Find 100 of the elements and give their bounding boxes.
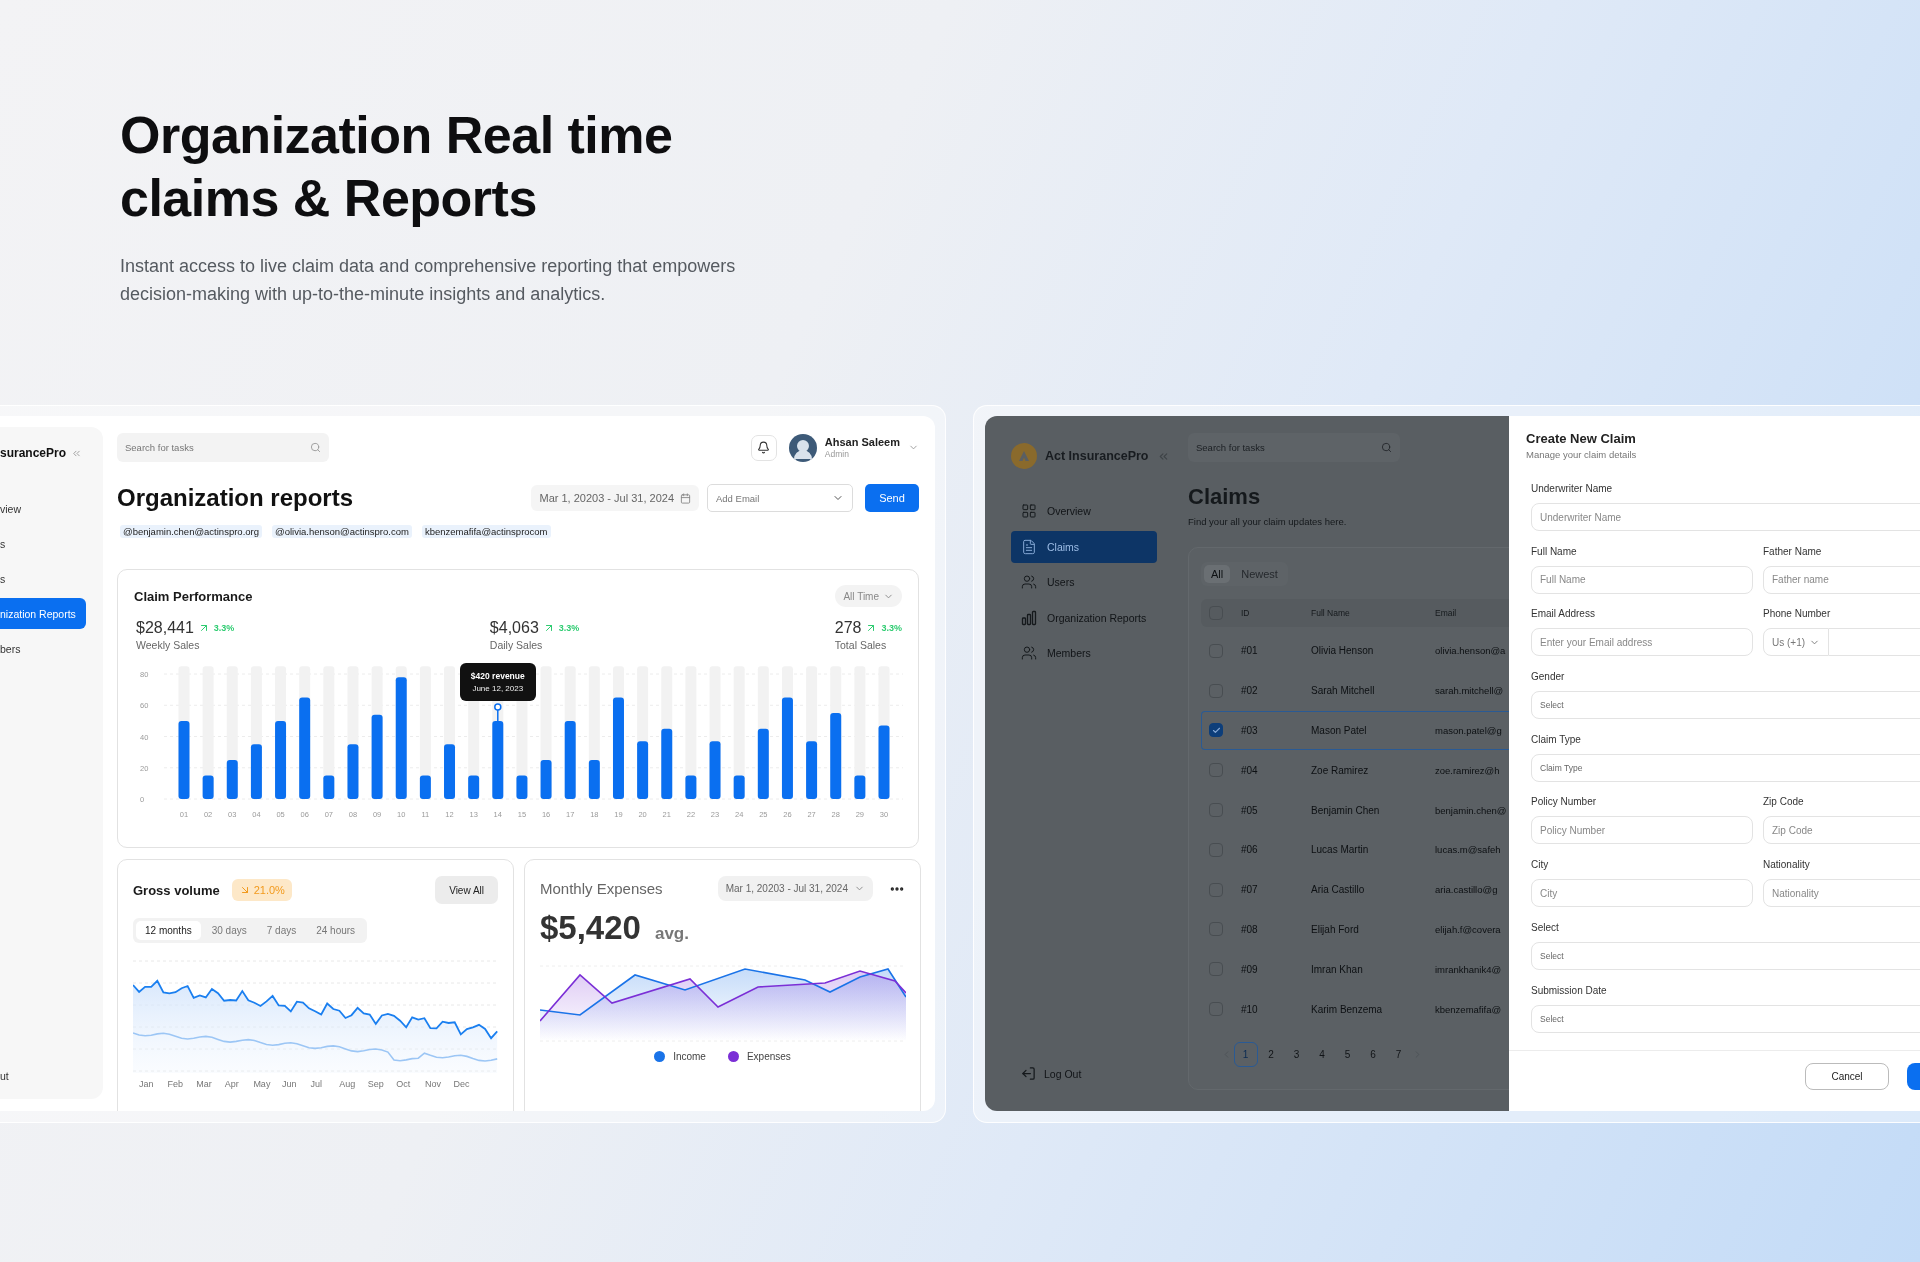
range-tab[interactable]: 30 days [202,921,256,940]
axis-label: Mar [196,1079,213,1089]
table-cell-text: #03 [1241,725,1259,736]
nav-item[interactable]: Members [1011,637,1157,669]
page-button[interactable]: 6 [1361,1041,1385,1067]
stat-label: Weekly Sales [136,639,201,651]
axis-label: Sep [367,1079,385,1089]
nav-item[interactable]: Overview [1011,495,1157,527]
table-cell-text: Zoe Ramirez [1311,764,1370,776]
sidebar-item[interactable]: s [0,528,86,559]
send-button[interactable]: Send [865,484,919,512]
axis-label: Nov [424,1079,442,1089]
country-code-select[interactable]: Us (+1) [1763,628,1830,657]
table-cell: lucas.m@safeh [1435,844,1501,856]
table-cell-text: Karim Benzema [1311,1003,1384,1015]
table-cell: benjamin.chen@ [1435,804,1507,816]
email-tag: kbenzemafifa@actinsprocom [421,525,551,538]
field-label: Select [1531,920,1560,935]
legend-label: Income [673,1051,706,1062]
email-tag: @olivia.henson@actinspro.com [272,525,412,538]
field-label: Zip Code [1763,795,1805,810]
table-cell: kbenzemafifa@ [1435,1003,1502,1015]
field-label: Father Name [1763,544,1823,559]
field-label: Policy Number [1531,795,1598,810]
input-field[interactable]: Policy Number [1531,816,1753,845]
add-email-select[interactable]: Add Email [707,484,853,512]
select-field[interactable]: Select [1531,691,1920,720]
input-field[interactable]: Underwriter Name [1531,503,1920,531]
page-subtitle: Find your all your claim updates here. [1188,516,1348,527]
page-button[interactable]: 7 [1386,1041,1411,1067]
sidebar-item[interactable]: s [0,563,86,594]
table-row[interactable]: #02 Sarah Mitchell sarah.mitchell@ [1201,670,1509,711]
hero-subtitle: Instant access to live claim data and comprehensive reporting that empowers decision-making with up-to-the-minute insights and analytics. [120,255,737,306]
range-tab[interactable]: 24 hours [307,921,365,940]
nav-item[interactable]: Claims [1011,530,1157,563]
range-tab[interactable]: 7 days [257,921,306,940]
sidebar-item[interactable]: view [0,493,86,524]
table-cell-text: Elijah Ford [1311,923,1360,935]
select-field[interactable]: Select [1531,1004,1920,1033]
date-range-picker[interactable]: Mar 1, 20203 - Jul 31, 2024 [531,485,699,511]
stat-value: $4,063 [489,619,539,637]
sidebar-item[interactable]: nization Reports [0,598,86,629]
table-row[interactable]: #10 Karim Benzema kbenzemafifa@ [1201,989,1509,1029]
input-field[interactable]: Zip Code [1763,816,1920,845]
nav-label: Claims [1047,540,1080,553]
table-cell-text: Aria Castillo [1311,884,1366,896]
input-field[interactable]: Nationality [1763,879,1920,908]
search-field[interactable]: Search for tasks [1188,433,1400,462]
table-row[interactable]: #01 Olivia Henson olivia.henson@a [1201,631,1509,671]
table-cell-text: #06 [1241,844,1259,856]
table-row[interactable]: #08 Elijah Ford elijah.f@covera [1201,909,1509,950]
table-row[interactable]: #05 Benjamin Chen benjamin.chen@ [1201,790,1509,830]
page-button[interactable]: 4 [1310,1041,1334,1067]
table-cell-text: #08 [1241,923,1259,935]
stat-change: 3.3% [881,623,902,633]
axis-label: Apr [224,1079,240,1089]
sidebar-item[interactable]: bers [0,633,86,664]
table-cell-text: Lucas Martin [1311,844,1370,856]
average-amount: $5,420 [540,909,641,947]
date-range-select[interactable]: Mar 1, 20203 - Jul 31, 2024 [717,876,873,901]
input-field[interactable]: Full Name [1531,565,1753,594]
page-button[interactable]: 3 [1284,1041,1309,1067]
column-header: Full Name [1311,608,1351,618]
time-filter-dropdown[interactable]: All Time [835,585,902,607]
nav-label: Organization Reports [1047,611,1147,624]
logout-button[interactable]: Log Out [1021,1066,1188,1081]
input-field[interactable]: City [1531,879,1753,908]
page-button[interactable]: 1 [1233,1041,1258,1067]
select-field[interactable]: Claim Type [1531,753,1920,782]
stat-value: 278 [834,619,862,637]
table-cell-text: #02 [1241,685,1259,697]
table-row[interactable]: #06 Lucas Martin lucas.m@safeh [1201,830,1509,870]
field-label: Full Name [1531,544,1578,559]
axis-label: Jun [281,1079,298,1089]
table-row[interactable]: #09 Imran Khan imrankhanik4@ [1201,949,1509,990]
dialog-title: Create New Claim [1526,431,1637,446]
change-value: 21.0% [253,884,285,896]
view-all-button[interactable]: View All [435,876,498,904]
select-field[interactable]: Select [1531,941,1920,970]
tooltip-date: June 12, 2023 [472,684,524,693]
stat-label: Daily Sales [489,639,544,651]
user-role: Admin [824,449,850,459]
nav-label: Overview [1047,505,1091,517]
page-button[interactable]: 5 [1335,1041,1360,1067]
table-cell: elijah.f@covera [1435,923,1501,935]
nav-item[interactable]: Users [1011,566,1157,598]
field-label: City [1531,858,1550,873]
nav-item[interactable]: Organization Reports [1011,601,1157,634]
page-button[interactable]: 2 [1259,1041,1283,1067]
logout-link[interactable]: ut [0,1070,103,1082]
axis-label: May [253,1079,272,1089]
cancel-button[interactable]: Cancel [1805,1062,1889,1090]
filter-tab[interactable]: Newest [1234,565,1285,583]
input-field[interactable]: Father name [1763,565,1920,594]
input-field[interactable]: Enter your Email address [1531,628,1753,657]
table-row[interactable]: #04 Zoe Ramirez zoe.ramirez@h [1201,750,1509,791]
range-tab[interactable]: 12 months [136,921,201,940]
search-field[interactable]: Search for tasks [117,433,329,462]
filter-tab[interactable]: All [1204,565,1231,583]
table-row[interactable]: #07 Aria Castillo aria.castillo@g [1201,869,1509,910]
